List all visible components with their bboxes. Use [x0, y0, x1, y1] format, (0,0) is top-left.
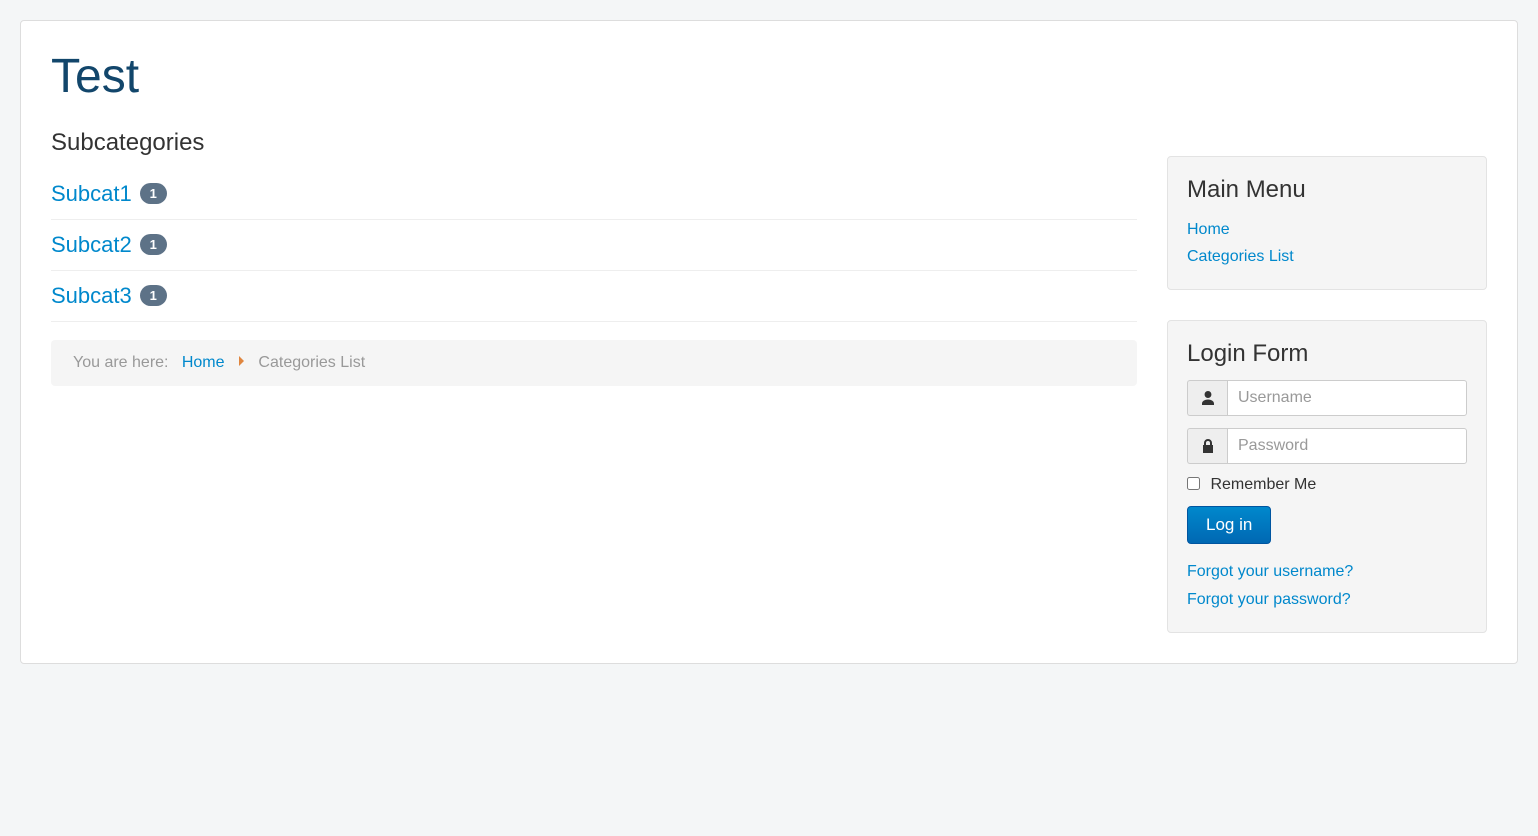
- subcategory-item: Subcat1 1: [51, 169, 1137, 220]
- subcategory-link-subcat3[interactable]: Subcat3: [51, 283, 132, 308]
- username-input[interactable]: [1227, 380, 1467, 416]
- password-group: [1187, 428, 1467, 464]
- breadcrumb-home-link[interactable]: Home: [182, 354, 225, 371]
- count-badge: 1: [140, 183, 167, 204]
- login-form-module: Login Form Remember Me: [1167, 320, 1487, 632]
- menu-item: Home: [1187, 216, 1467, 243]
- remember-me-row: Remember Me: [1187, 476, 1467, 494]
- subcategory-item: Subcat3 1: [51, 271, 1137, 322]
- main-menu-heading: Main Menu: [1187, 176, 1467, 204]
- login-heading: Login Form: [1187, 340, 1467, 368]
- count-badge: 1: [140, 285, 167, 306]
- main-menu-list: Home Categories List: [1187, 216, 1467, 270]
- menu-link-categories-list[interactable]: Categories List: [1187, 248, 1294, 265]
- subcategory-link-subcat2[interactable]: Subcat2: [51, 232, 132, 257]
- login-help-links: Forgot your username? Forgot your passwo…: [1187, 558, 1467, 612]
- subcategory-link-subcat1[interactable]: Subcat1: [51, 181, 132, 206]
- breadcrumb-current: Categories List: [258, 354, 365, 371]
- subcategory-item: Subcat2 1: [51, 220, 1137, 271]
- forgot-password-link[interactable]: Forgot your password?: [1187, 591, 1351, 608]
- breadcrumb-separator-icon: [239, 356, 244, 366]
- subcategories-heading: Subcategories: [51, 129, 1137, 157]
- password-input[interactable]: [1227, 428, 1467, 464]
- user-icon: [1187, 380, 1227, 416]
- remember-me-checkbox[interactable]: [1187, 477, 1200, 490]
- page-title: Test: [51, 51, 1137, 104]
- remember-me-label: Remember Me: [1210, 476, 1316, 493]
- login-button[interactable]: Log in: [1187, 506, 1271, 544]
- forgot-username-link[interactable]: Forgot your username?: [1187, 563, 1353, 580]
- list-item: Forgot your password?: [1187, 586, 1467, 613]
- list-item: Forgot your username?: [1187, 558, 1467, 585]
- page-container: Test Subcategories Subcat1 1 Subcat2 1 S…: [20, 20, 1518, 664]
- username-group: [1187, 380, 1467, 416]
- subcategories-list: Subcat1 1 Subcat2 1 Subcat3 1: [51, 169, 1137, 322]
- lock-icon: [1187, 428, 1227, 464]
- main-column: Test Subcategories Subcat1 1 Subcat2 1 S…: [51, 41, 1137, 633]
- breadcrumb-prefix: You are here:: [73, 354, 168, 371]
- count-badge: 1: [140, 234, 167, 255]
- menu-item: Categories List: [1187, 243, 1467, 270]
- sidebar-column: Main Menu Home Categories List Login For…: [1167, 41, 1487, 633]
- breadcrumb: You are here: Home Categories List: [51, 340, 1137, 386]
- menu-link-home[interactable]: Home: [1187, 221, 1230, 238]
- main-menu-module: Main Menu Home Categories List: [1167, 156, 1487, 290]
